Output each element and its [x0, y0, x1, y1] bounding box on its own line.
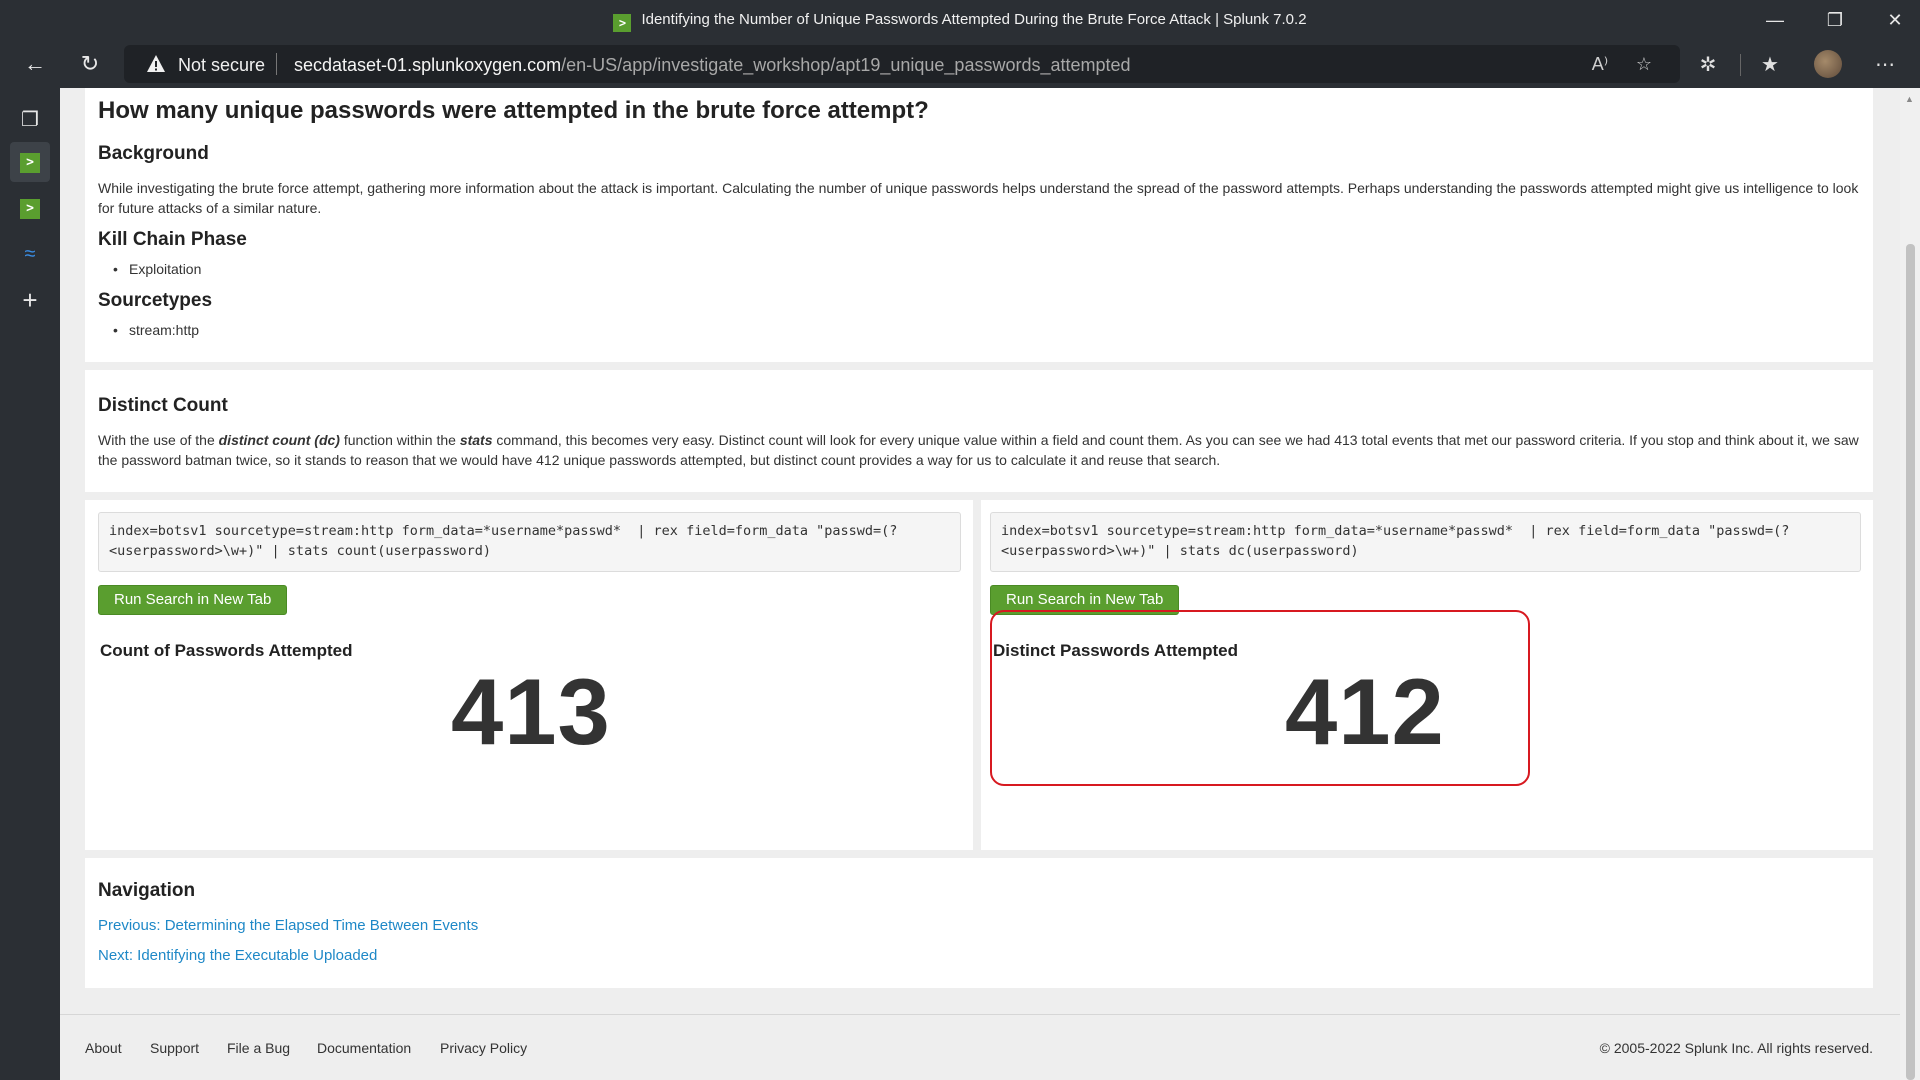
refresh-button[interactable]: ↻: [72, 46, 108, 82]
scroll-up-arrow-icon[interactable]: ▲: [1905, 94, 1914, 104]
sidebar-tab-site-icon[interactable]: ≈: [14, 238, 46, 270]
question-heading: How many unique passwords were attempted…: [98, 97, 929, 124]
warning-icon: [147, 55, 165, 72]
background-text: While investigating the brute force atte…: [98, 180, 1859, 216]
page-scrollbar[interactable]: ▲: [1900, 88, 1920, 1080]
distinct-count-emphasis: distinct count (dc): [218, 432, 340, 448]
new-tab-plus-icon[interactable]: +: [14, 284, 46, 316]
navigation-panel: Navigation Previous: Determining the Ela…: [85, 858, 1873, 988]
scrollbar-thumb[interactable]: [1906, 244, 1915, 1080]
restore-button[interactable]: ❐: [1805, 0, 1865, 40]
tab-actions-icon[interactable]: ❐: [14, 104, 46, 136]
sidebar-tab-splunk[interactable]: >: [14, 192, 46, 224]
add-favorite-icon[interactable]: ☆: [1632, 53, 1656, 75]
splunk-icon: >: [20, 152, 40, 173]
killchain-item: Exploitation: [113, 261, 201, 277]
back-button[interactable]: ←: [17, 46, 53, 82]
extensions-icon[interactable]: ✲: [1695, 52, 1721, 78]
read-aloud-icon[interactable]: A⁾: [1588, 53, 1612, 75]
window-title: > Identifying the Number of Unique Passwo…: [0, 11, 1920, 32]
favorites-icon[interactable]: ★: [1757, 52, 1783, 78]
distinct-count-panel: Distinct Count With the use of the disti…: [85, 370, 1873, 492]
splunk-icon: >: [20, 198, 40, 219]
vertical-tabs-sidebar: ❐ > > ≈ +: [0, 88, 60, 1080]
close-window-button[interactable]: ✕: [1865, 0, 1920, 40]
navigation-heading: Navigation: [98, 880, 196, 901]
footer-divider: [60, 1014, 1900, 1015]
previous-link[interactable]: Previous: Determining the Elapsed Time B…: [98, 917, 478, 934]
count-title: Count of Passwords Attempted: [100, 641, 353, 660]
sourcetype-item: stream:http: [113, 322, 199, 338]
distinct-text-part2: function within the: [339, 432, 460, 448]
url-divider: [276, 53, 277, 75]
splunk-tab-icon: >: [613, 14, 632, 32]
distinct-text-part1: With the use of the: [98, 432, 219, 448]
next-link[interactable]: Next: Identifying the Executable Uploade…: [98, 947, 377, 964]
footer-link-documentation[interactable]: Documentation: [317, 1040, 411, 1056]
distinct-panel: index=botsv1 sourcetype=stream:http form…: [981, 500, 1873, 850]
highlight-box: [990, 610, 1530, 786]
distinct-count-text: With the use of the distinct count (dc) …: [98, 430, 1862, 470]
distinct-search-query[interactable]: index=botsv1 sourcetype=stream:http form…: [990, 512, 1861, 572]
stats-emphasis: stats: [459, 432, 493, 448]
page-content: How many unique passwords were attempted…: [60, 88, 1900, 1080]
count-panel: index=botsv1 sourcetype=stream:http form…: [85, 500, 973, 850]
footer-link-about[interactable]: About: [85, 1040, 122, 1056]
sourcetypes-heading: Sourcetypes: [98, 290, 213, 311]
count-value: 413: [451, 659, 611, 764]
window-title-text: Identifying the Number of Unique Passwor…: [641, 11, 1307, 28]
url-path: /en-US/app/investigate_workshop/apt19_un…: [561, 55, 1131, 75]
run-search-button-count[interactable]: Run Search in New Tab: [98, 585, 288, 615]
profile-avatar[interactable]: [1814, 50, 1842, 78]
footer-link-support[interactable]: Support: [150, 1040, 199, 1056]
background-heading: Background: [98, 143, 209, 164]
count-search-query[interactable]: index=botsv1 sourcetype=stream:http form…: [98, 512, 961, 572]
distinct-count-heading: Distinct Count: [98, 395, 228, 416]
more-menu-icon[interactable]: ⋯: [1872, 52, 1898, 78]
killchain-heading: Kill Chain Phase: [98, 229, 247, 250]
footer-link-file-bug[interactable]: File a Bug: [227, 1040, 290, 1056]
copyright-text: © 2005-2022 Splunk Inc. All rights reser…: [1599, 1040, 1873, 1056]
address-bar[interactable]: Not secure secdataset-01.splunkoxygen.co…: [124, 45, 1680, 83]
sidebar-tab-splunk-active[interactable]: >: [10, 142, 50, 182]
url-host: secdataset-01.splunkoxygen.com: [294, 55, 562, 75]
not-secure-label[interactable]: Not secure: [178, 55, 265, 76]
url-text[interactable]: secdataset-01.splunkoxygen.com/en-US/app…: [294, 55, 1131, 76]
window-titlebar: > Identifying the Number of Unique Passwo…: [0, 0, 1920, 40]
minimize-button[interactable]: —: [1745, 0, 1805, 40]
browser-toolbar: ← ↻ Not secure secdataset-01.splunkoxyge…: [0, 40, 1920, 88]
intro-panel: How many unique passwords were attempted…: [85, 88, 1873, 362]
footer-link-privacy[interactable]: Privacy Policy: [440, 1040, 527, 1056]
toolbar-divider: [1740, 54, 1741, 76]
